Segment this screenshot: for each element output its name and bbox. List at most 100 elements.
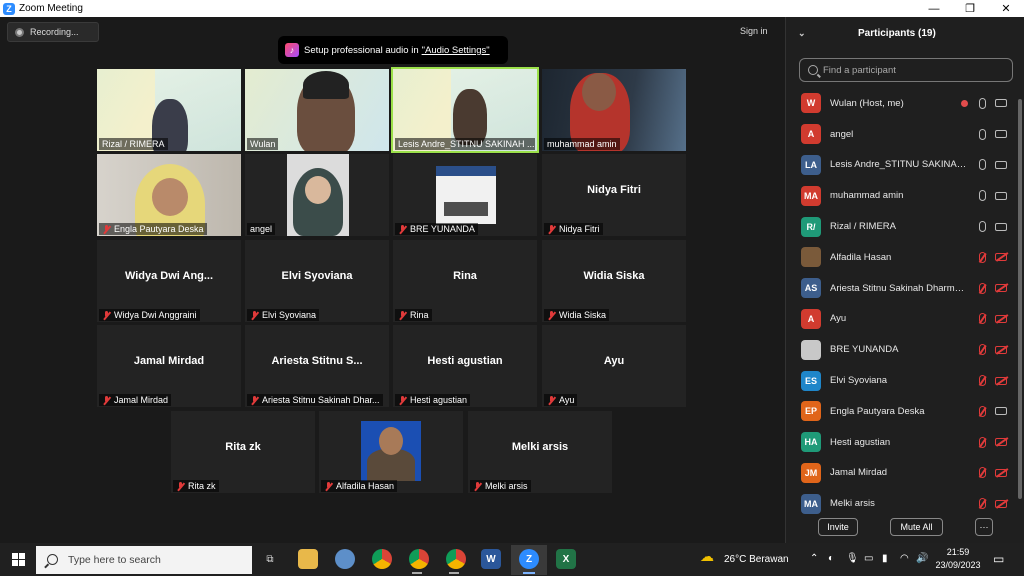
volume-icon[interactable]: 🔊 — [916, 553, 928, 564]
chrome-icon[interactable] — [372, 549, 392, 569]
video-tile[interactable]: angel — [245, 154, 389, 236]
mic-icon[interactable] — [979, 97, 986, 109]
video-tile[interactable]: Ayu Ayu — [542, 325, 686, 407]
participant-row[interactable]: R/Rizal / RIMERA — [786, 211, 1024, 242]
participant-row[interactable]: Alfadila Hasan — [786, 242, 1024, 273]
more-options-button[interactable]: ··· — [975, 518, 993, 536]
invite-button[interactable]: Invite — [818, 518, 858, 536]
mic-icon[interactable] — [979, 221, 986, 233]
mic-icon[interactable] — [979, 159, 986, 171]
taskbar-search-input[interactable]: Type here to search — [36, 545, 252, 574]
mic-muted-icon[interactable] — [979, 498, 986, 510]
chrome-icon[interactable] — [409, 549, 429, 569]
camera-icon[interactable] — [995, 130, 1007, 139]
mic-muted-icon[interactable] — [979, 436, 986, 448]
participant-row[interactable]: JM Jamal Mirdad — [786, 458, 1024, 489]
participant-row[interactable]: BRE YUNANDA — [786, 334, 1024, 365]
video-tile[interactable]: Ariesta Stitnu S... Ariesta Stitnu Sakin… — [245, 325, 389, 407]
mic-muted-icon — [250, 395, 259, 405]
music-note-icon: ♪ — [285, 43, 299, 57]
video-tile[interactable]: BRE YUNANDA — [393, 154, 537, 236]
video-tile[interactable]: Rita zk Rita zk — [171, 411, 315, 493]
task-view-icon[interactable]: ⧉ — [260, 549, 280, 569]
camera-off-icon[interactable] — [995, 284, 1007, 293]
mic-muted-icon[interactable] — [979, 344, 986, 356]
participant-row[interactable]: AS Ariesta Stitnu Sakinah Dharmas... — [786, 273, 1024, 304]
tile-name-label: Lesis Andre_STITNU SAKINAH ... — [395, 138, 535, 150]
video-tile[interactable]: Nidya Fitri Nidya Fitri — [542, 154, 686, 236]
video-tile[interactable]: Engla Pautyara Deska — [97, 154, 241, 236]
sign-in-link[interactable]: Sign in — [740, 26, 768, 36]
mic-muted-icon — [176, 481, 185, 491]
recording-button[interactable]: Recording... — [7, 22, 99, 42]
file-explorer-icon[interactable] — [298, 549, 318, 569]
camera-off-icon[interactable] — [995, 468, 1007, 477]
minimize-button[interactable]: — — [918, 0, 950, 17]
mic-muted-icon[interactable] — [979, 405, 986, 417]
video-tile[interactable]: muhammad amin — [542, 69, 686, 151]
participant-row[interactable]: EP Engla Pautyara Deska — [786, 396, 1024, 427]
video-tile[interactable]: Jamal Mirdad Jamal Mirdad — [97, 325, 241, 407]
video-tile[interactable]: Rina Rina — [393, 240, 537, 322]
video-tile-active-speaker[interactable]: Lesis Andre_STITNU SAKINAH ... — [391, 67, 539, 153]
mic-muted-icon[interactable] — [979, 467, 986, 479]
weather-text[interactable]: 26°C Berawan — [724, 554, 789, 565]
camera-icon[interactable] — [995, 191, 1007, 200]
participant-row[interactable]: MA muhammad amin — [786, 180, 1024, 211]
display-icon[interactable]: ▭ — [864, 553, 873, 564]
camera-icon[interactable] — [995, 99, 1007, 108]
video-tile[interactable]: Widya Dwi Ang... Widya Dwi Anggraini — [97, 240, 241, 322]
tray-app-icon[interactable]: ◐ — [828, 553, 834, 564]
tile-display-name: Elvi Syoviana — [281, 270, 353, 282]
audio-settings-link[interactable]: "Audio Settings" — [422, 45, 490, 56]
word-icon[interactable]: W — [481, 549, 501, 569]
microphone-icon[interactable]: 🎙 — [846, 553, 859, 564]
camera-off-icon[interactable] — [995, 314, 1007, 323]
video-tile[interactable]: Melki arsis Melki arsis — [468, 411, 612, 493]
camera-icon[interactable] — [995, 222, 1007, 231]
video-tile[interactable]: Hesti agustian Hesti agustian — [393, 325, 537, 407]
mic-muted-icon[interactable] — [979, 313, 986, 325]
camera-off-icon[interactable] — [995, 438, 1007, 447]
video-tile[interactable]: Elvi Syoviana Elvi Syoviana — [245, 240, 389, 322]
restore-button[interactable]: ❐ — [954, 0, 986, 17]
video-tile[interactable]: Wulan — [245, 69, 389, 151]
camera-off-icon[interactable] — [995, 499, 1007, 508]
start-button[interactable] — [0, 543, 36, 576]
notifications-icon[interactable]: ▭ — [993, 552, 1004, 566]
browser-icon[interactable] — [335, 549, 355, 569]
wifi-icon[interactable]: ◠ — [900, 553, 909, 564]
camera-off-icon[interactable] — [995, 253, 1007, 262]
show-hidden-icons-icon[interactable]: ⌃ — [810, 553, 818, 564]
collapse-chevron-icon[interactable]: ⌄ — [798, 28, 858, 39]
camera-icon[interactable] — [995, 407, 1007, 416]
participant-row[interactable]: A Ayu — [786, 304, 1024, 335]
participant-row[interactable]: MA Melki arsis — [786, 488, 1024, 519]
participant-row[interactable]: W Wulan (Host, me) — [786, 88, 1024, 119]
participant-row[interactable]: ES Elvi Syoviana — [786, 365, 1024, 396]
participant-list-scrollbar[interactable] — [1018, 99, 1022, 499]
excel-icon[interactable]: X — [556, 549, 576, 569]
chrome-icon[interactable] — [446, 549, 466, 569]
participant-row[interactable]: HA Hesti agustian — [786, 427, 1024, 458]
participant-search-input[interactable]: Find a participant — [799, 58, 1013, 82]
mic-muted-icon[interactable] — [979, 282, 986, 294]
participant-row[interactable]: Aangel — [786, 119, 1024, 150]
battery-icon[interactable]: ▮ — [882, 553, 888, 564]
video-tile[interactable]: Widia Siska Widia Siska — [542, 240, 686, 322]
mic-muted-icon[interactable] — [979, 375, 986, 387]
video-tile[interactable]: Alfadila Hasan — [319, 411, 463, 493]
taskbar-clock[interactable]: 21:59 23/09/2023 — [934, 546, 982, 572]
camera-icon[interactable] — [995, 160, 1007, 169]
zoom-taskbar-icon[interactable]: Z — [519, 549, 539, 569]
video-tile[interactable]: Rizal / RIMERA — [97, 69, 241, 151]
mic-icon[interactable] — [979, 190, 986, 202]
camera-off-icon[interactable] — [995, 376, 1007, 385]
close-button[interactable]: ✕ — [990, 0, 1022, 17]
mute-all-button[interactable]: Mute All — [890, 518, 943, 536]
mic-muted-icon[interactable] — [979, 251, 986, 263]
participant-row[interactable]: LA Lesis Andre_STITNU SAKINAH ... — [786, 150, 1024, 181]
camera-off-icon[interactable] — [995, 345, 1007, 354]
mic-muted-icon — [102, 310, 111, 320]
mic-icon[interactable] — [979, 128, 986, 140]
